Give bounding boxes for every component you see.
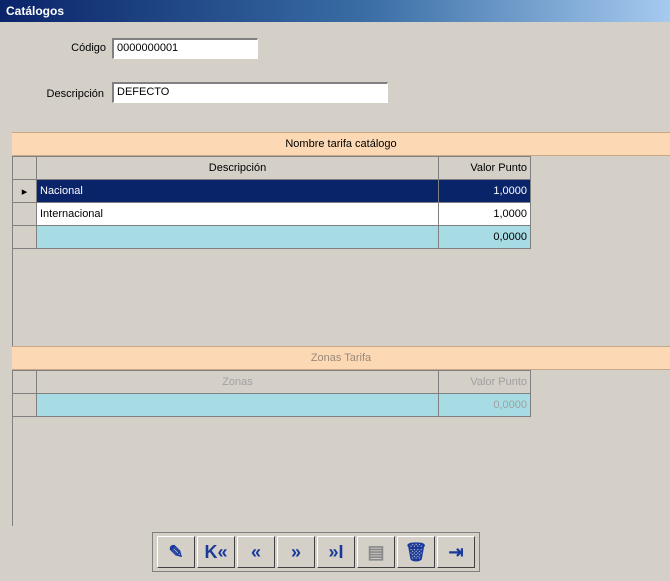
previous-record-icon: « — [250, 541, 261, 562]
cell-valor-punto[interactable]: 1,0000 — [438, 179, 531, 203]
edit-button[interactable]: ✎ — [157, 536, 195, 568]
descripcion-label: Descripción — [46, 88, 104, 100]
delete-button[interactable]: 🗑 — [397, 536, 435, 568]
cell-descripcion[interactable] — [36, 225, 439, 249]
save-icon: ▤ — [367, 541, 385, 562]
navigation-toolbar: ✎ K« « » »I ▤ 🗑 ⇥ — [152, 532, 480, 572]
exit-button[interactable]: ⇥ — [437, 536, 475, 568]
table-row[interactable]: 0,0000 — [12, 393, 531, 417]
row-selector[interactable] — [12, 225, 37, 249]
row-selector[interactable] — [12, 393, 37, 417]
table-row[interactable]: 0,0000 — [12, 225, 531, 249]
column-header-descripcion[interactable]: Descripción — [36, 156, 439, 180]
column-header-valor-punto[interactable]: Valor Punto — [438, 156, 531, 180]
next-record-icon: » — [290, 541, 301, 562]
window-title: Catálogos — [0, 0, 670, 22]
previous-record-button[interactable]: « — [237, 536, 275, 568]
codigo-label: Código — [71, 42, 106, 54]
row-selector[interactable] — [12, 202, 37, 226]
delete-icon: 🗑 — [404, 541, 428, 562]
edit-icon: ✎ — [168, 541, 184, 562]
tarifas-grid: Descripción Valor Punto ▸ Nacional 1,000… — [12, 156, 531, 249]
last-record-button[interactable]: »I — [317, 536, 355, 568]
column-header-zonas[interactable]: Zonas — [36, 370, 439, 394]
codigo-field[interactable]: 0000000001 — [112, 38, 258, 59]
cell-descripcion[interactable]: Internacional — [36, 202, 439, 226]
cell-zona[interactable] — [36, 393, 439, 417]
cell-valor-punto[interactable]: 1,0000 — [438, 202, 531, 226]
grid-corner — [12, 156, 37, 180]
last-record-icon: »I — [328, 541, 344, 562]
grid-corner — [12, 370, 37, 394]
table-row[interactable]: Internacional 1,0000 — [12, 202, 531, 226]
descripcion-field[interactable]: DEFECTO — [112, 82, 388, 103]
zonas-grid: Zonas Valor Punto 0,0000 — [12, 370, 531, 417]
save-button[interactable]: ▤ — [357, 536, 395, 568]
tarifas-section-header: Nombre tarifa catálogo — [12, 132, 670, 156]
cell-valor-punto[interactable]: 0,0000 — [438, 225, 531, 249]
first-record-button[interactable]: K« — [197, 536, 235, 568]
table-row[interactable]: ▸ Nacional 1,0000 — [12, 179, 531, 203]
cell-descripcion[interactable]: Nacional — [36, 179, 439, 203]
zonas-section-header: Zonas Tarifa — [12, 346, 670, 370]
first-record-icon: K« — [204, 541, 228, 562]
next-record-button[interactable]: » — [277, 536, 315, 568]
exit-icon: ⇥ — [448, 541, 464, 562]
column-header-valor-punto[interactable]: Valor Punto — [438, 370, 531, 394]
row-indicator-icon: ▸ — [12, 179, 37, 203]
cell-valor-punto[interactable]: 0,0000 — [438, 393, 531, 417]
